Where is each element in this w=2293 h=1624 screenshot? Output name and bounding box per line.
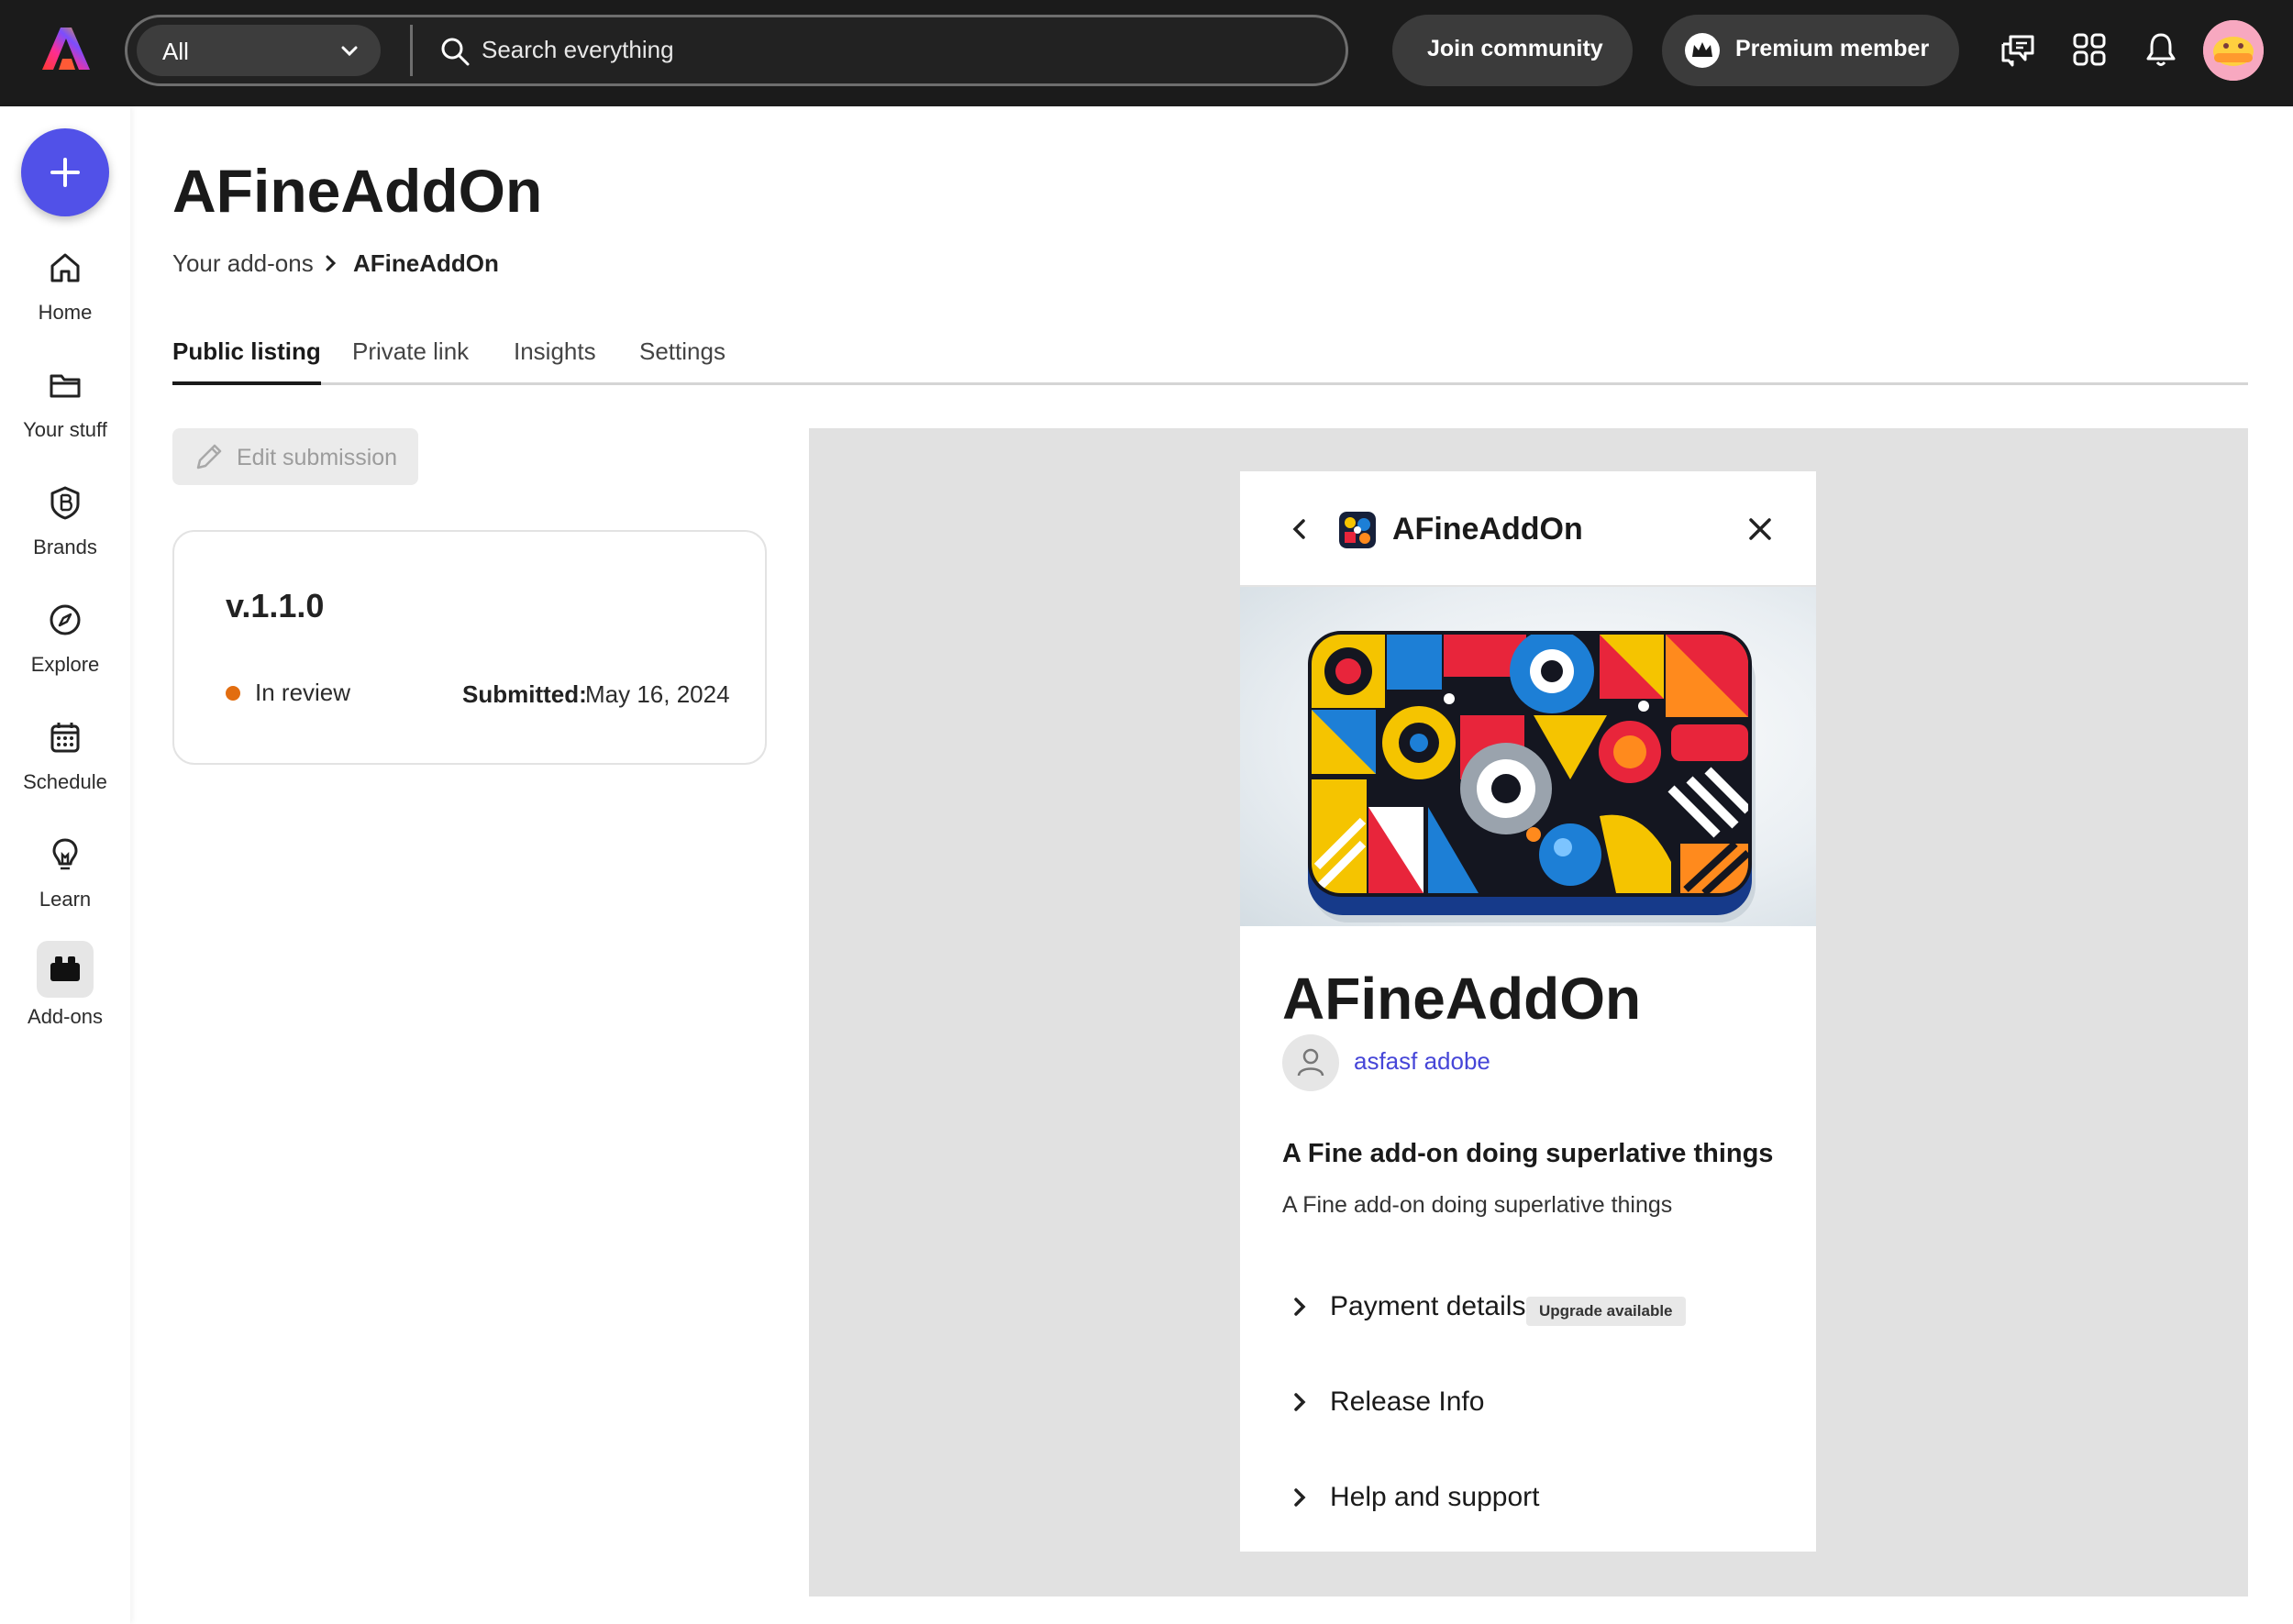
status-label: In review bbox=[255, 679, 351, 706]
sidebar-item-label: Explore bbox=[30, 653, 100, 676]
submitted-label: Submitted: bbox=[462, 680, 587, 708]
sidebar-item-your-stuff[interactable]: Your stuff bbox=[0, 367, 130, 468]
listing-preview-area: AFineAddOn AFineAddOn asfasf adobe A Fin… bbox=[809, 428, 2248, 1596]
tab-private-link[interactable]: Private link bbox=[352, 337, 469, 385]
calendar-icon bbox=[50, 723, 80, 753]
breadcrumb-current: AFineAddOn bbox=[353, 249, 499, 277]
page-title: AFineAddOn bbox=[172, 157, 543, 225]
plus-icon bbox=[50, 158, 80, 187]
premium-member-button[interactable]: Premium member bbox=[1662, 15, 1959, 86]
sidebar-item-label: Brands bbox=[33, 536, 97, 558]
chevron-right-icon bbox=[326, 255, 337, 271]
sidebar-item-add-ons[interactable]: Add-ons bbox=[0, 941, 130, 1055]
lightbulb-icon bbox=[52, 838, 78, 870]
addons-icon bbox=[50, 956, 80, 981]
accordion-label: Payment details bbox=[1330, 1291, 1526, 1321]
tab-insights[interactable]: Insights bbox=[514, 337, 596, 385]
create-button[interactable] bbox=[21, 128, 109, 216]
search-icon bbox=[441, 38, 470, 66]
search-divider bbox=[410, 25, 413, 76]
submission-card: v.1.1.0 In review Submitted: May 16, 202… bbox=[172, 530, 767, 765]
accordion-help-support[interactable]: Help and support bbox=[1282, 1476, 1796, 1522]
version-label: v.1.1.0 bbox=[226, 587, 325, 624]
addon-name: AFineAddOn bbox=[1282, 966, 1642, 1032]
search-scope-dropdown[interactable]: All bbox=[137, 25, 381, 76]
abstract-artwork-icon bbox=[1308, 631, 1756, 922]
avatar[interactable] bbox=[2203, 20, 2264, 81]
chevron-down-icon bbox=[341, 46, 358, 57]
brand-icon bbox=[50, 486, 80, 520]
sidebar-item-schedule[interactable]: Schedule bbox=[0, 719, 130, 820]
addon-detail-panel: AFineAddOn AFineAddOn asfasf adobe A Fin… bbox=[1240, 471, 1816, 1552]
accordion-label: Help and support bbox=[1330, 1482, 1540, 1512]
premium-member-label: Premium member bbox=[1735, 36, 1930, 61]
edit-submission-label: Edit submission bbox=[237, 445, 398, 470]
accordion-label: Release Info bbox=[1330, 1386, 1485, 1417]
sidebar-item-label: Your stuff bbox=[23, 418, 107, 441]
close-icon[interactable] bbox=[1746, 515, 1774, 543]
addon-hero-image bbox=[1240, 587, 1816, 926]
join-community-label: Join community bbox=[1427, 36, 1603, 61]
status-dot bbox=[226, 686, 240, 701]
back-arrow-icon[interactable] bbox=[1290, 517, 1310, 541]
tab-public-listing[interactable]: Public listing bbox=[172, 337, 321, 385]
author-avatar bbox=[1282, 1034, 1339, 1091]
sidebar-item-explore[interactable]: Explore bbox=[0, 602, 130, 702]
accordion-release-info[interactable]: Release Info bbox=[1282, 1381, 1796, 1427]
search-bar: All Search everything bbox=[125, 15, 1348, 86]
addon-description: A Fine add-on doing superlative things bbox=[1282, 1192, 1673, 1218]
sidebar-item-home[interactable]: Home bbox=[0, 249, 130, 350]
join-community-button[interactable]: Join community bbox=[1392, 15, 1633, 86]
pencil-icon bbox=[196, 444, 222, 470]
chevron-right-icon bbox=[1294, 1488, 1306, 1507]
panel-header-title: AFineAddOn bbox=[1392, 512, 1583, 547]
bell-icon[interactable] bbox=[2141, 29, 2181, 70]
sidebar-item-brands[interactable]: Brands bbox=[0, 484, 130, 585]
adobe-logo-icon[interactable] bbox=[40, 26, 92, 72]
sidebar-item-label: Home bbox=[38, 301, 93, 324]
sidebar-item-label: Learn bbox=[39, 888, 92, 911]
upgrade-badge: Upgrade available bbox=[1526, 1297, 1686, 1326]
compass-icon bbox=[50, 604, 81, 635]
crown-icon bbox=[1685, 33, 1720, 68]
sidebar-item-learn[interactable]: Learn bbox=[0, 836, 130, 937]
tab-bar: Public listing Private link Insights Set… bbox=[172, 336, 2248, 385]
author-link[interactable]: asfasf adobe bbox=[1354, 1047, 1490, 1076]
search-input[interactable]: Search everything bbox=[482, 36, 674, 64]
accordion-payment-details[interactable]: Payment details Upgrade available bbox=[1282, 1286, 1796, 1331]
active-item-highlight bbox=[37, 941, 94, 998]
avatar-image-icon bbox=[2203, 20, 2264, 81]
sidebar-item-label: Add-ons bbox=[28, 1005, 103, 1028]
chat-icon[interactable] bbox=[1998, 29, 2038, 70]
addon-subtitle: A Fine add-on doing superlative things bbox=[1282, 1139, 1774, 1168]
chevron-right-icon bbox=[1294, 1298, 1306, 1316]
addon-icon bbox=[1339, 512, 1376, 548]
user-icon bbox=[1297, 1048, 1324, 1077]
home-icon bbox=[50, 253, 80, 282]
top-bar: All Search everything Join community Pre… bbox=[0, 0, 2293, 106]
submitted-date: May 16, 2024 bbox=[585, 680, 730, 708]
search-scope-label: All bbox=[162, 38, 189, 65]
breadcrumb-your-addons[interactable]: Your add-ons bbox=[172, 249, 314, 278]
apps-grid-icon[interactable] bbox=[2069, 29, 2110, 70]
folder-icon bbox=[50, 374, 81, 398]
sidebar-item-label: Schedule bbox=[23, 770, 107, 793]
chevron-right-icon bbox=[1294, 1393, 1306, 1411]
edit-submission-button[interactable]: Edit submission bbox=[172, 428, 418, 485]
left-sidebar: Home Your stuff Brands Explore Schedule … bbox=[0, 106, 130, 1624]
panel-header: AFineAddOn bbox=[1240, 471, 1816, 587]
tab-settings[interactable]: Settings bbox=[639, 337, 726, 385]
